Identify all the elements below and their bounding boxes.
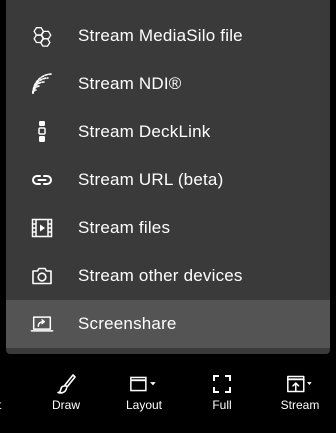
- menu-item-ndi[interactable]: Stream NDI®: [6, 60, 330, 108]
- camera-icon: [30, 264, 54, 288]
- menu-item-mediasilo[interactable]: Stream MediaSilo file: [6, 12, 330, 60]
- layout-button[interactable]: Layout: [116, 370, 172, 420]
- film-icon: [30, 216, 54, 240]
- draw-label: Draw: [51, 398, 80, 412]
- bottom-toolbar: t Draw Layout Ful: [0, 360, 336, 433]
- menu-item-label: Stream NDI®: [78, 74, 182, 93]
- fullscreen-button[interactable]: Full: [194, 370, 250, 420]
- draw-button[interactable]: Draw: [38, 370, 94, 420]
- menu-item-url[interactable]: Stream URL (beta): [6, 156, 330, 204]
- menu-item-files[interactable]: Stream files: [6, 204, 330, 252]
- link-icon: [30, 168, 54, 192]
- toolbar-partial-label: t: [0, 398, 1, 412]
- stream-upload-icon: [285, 372, 315, 396]
- screenshare-icon: [30, 312, 54, 336]
- menu-item-label: Stream MediaSilo file: [78, 26, 243, 45]
- menu-item-label: Screenshare: [78, 314, 177, 333]
- menu-item-decklink[interactable]: Stream DeckLink: [6, 108, 330, 156]
- stream-label: Stream: [280, 398, 320, 412]
- menu-item-label: Stream DeckLink: [78, 122, 211, 141]
- menu-item-label: Stream URL (beta): [78, 170, 224, 189]
- menu-item-screenshare[interactable]: Screenshare: [6, 300, 330, 348]
- ndi-icon: [30, 72, 54, 96]
- brush-icon: [51, 372, 81, 396]
- menu-item-label: Stream files: [78, 218, 171, 237]
- menu-item-other-devices[interactable]: Stream other devices: [6, 252, 330, 300]
- mediasilo-icon: [30, 24, 54, 48]
- fullscreen-icon: [207, 372, 237, 396]
- stream-source-menu: Stream MediaSilo file Stream NDI® Stream…: [6, 0, 330, 354]
- layout-label: Layout: [125, 398, 163, 412]
- layout-icon: [129, 372, 159, 396]
- stream-button[interactable]: Stream: [272, 370, 328, 420]
- menu-item-label: Stream other devices: [78, 266, 243, 285]
- full-label: Full: [212, 398, 232, 412]
- decklink-icon: [30, 120, 54, 144]
